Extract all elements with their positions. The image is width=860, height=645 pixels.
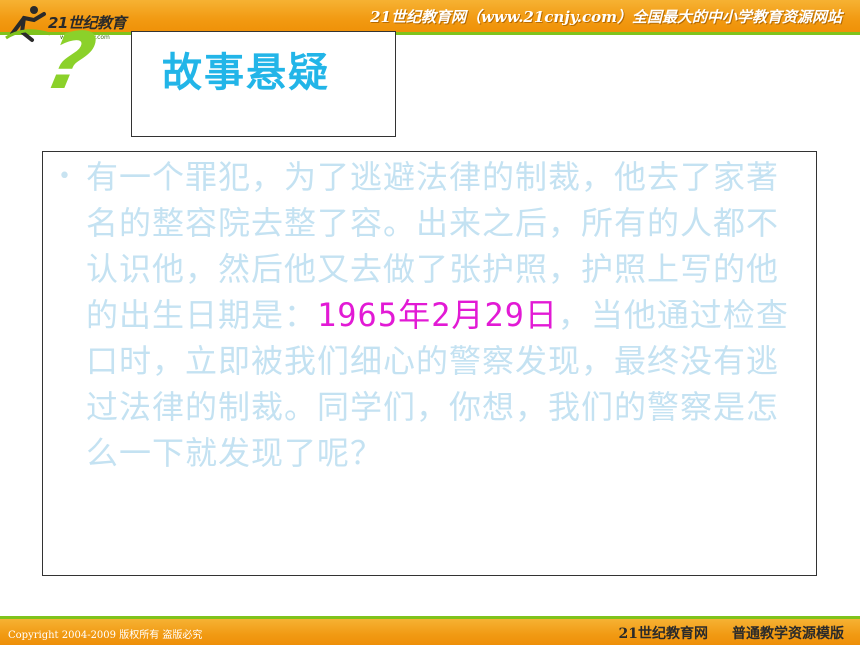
- header-tagline: 21世纪教育网（www.21cnjy.com）全国最大的中小学教育资源网站: [370, 8, 842, 26]
- footer-site-name: 21世纪教育网: [618, 626, 708, 642]
- story-text: 有一个罪犯，为了逃避法律的制裁，他去了家著名的整容院去整了容。出来之后，所有的人…: [86, 154, 791, 476]
- story-highlight-date: 1965年2月29日: [317, 296, 558, 334]
- slide: 21世纪教育 www.21cnjy.com 21世纪教育网（www.21cnjy…: [0, 0, 860, 645]
- bullet-icon: •: [58, 164, 71, 189]
- footer-site-info: 21世纪教育网 普通教学资源模版: [595, 623, 844, 643]
- footer-copyright: Copyright 2004-2009 版权所有 盗版必究: [8, 630, 203, 641]
- runner-logo-icon: [5, 6, 51, 42]
- slide-title: 故事悬疑: [162, 50, 330, 96]
- footer-template-name: 普通教学资源模版: [732, 626, 844, 642]
